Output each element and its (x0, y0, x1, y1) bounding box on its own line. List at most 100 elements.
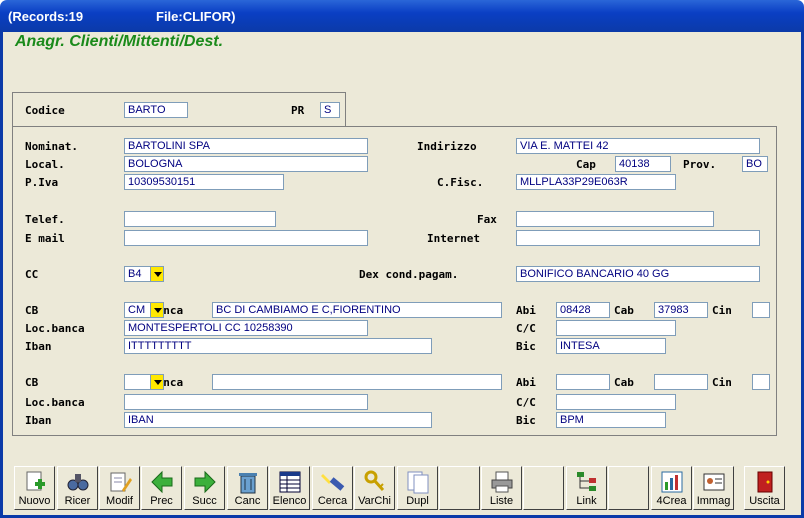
prov-field[interactable]: BO (742, 156, 768, 172)
cab2-label: Cab (614, 376, 634, 389)
local-field[interactable]: BOLOGNA (124, 156, 368, 172)
banca1-field[interactable]: BC DI CAMBIAMO E C,FIORENTINO (212, 302, 502, 318)
email-field[interactable] (124, 230, 368, 246)
exit-door-icon (757, 471, 773, 493)
cc2-field[interactable] (556, 394, 676, 410)
dexcond-label: Dex cond.pagam. (359, 268, 459, 281)
trash-icon (239, 473, 257, 494)
cb2-dropdown-icon[interactable] (150, 374, 164, 390)
locbanca2-field[interactable] (124, 394, 368, 410)
local-label: Local. (25, 158, 65, 171)
arrow-left-icon (151, 470, 173, 494)
cab2-field[interactable] (654, 374, 708, 390)
cfisc-field[interactable]: MLLPLA33P29E063R (516, 174, 676, 190)
canc-button[interactable]: Canc (227, 466, 268, 510)
cb1-dropdown-icon[interactable] (150, 302, 164, 318)
succ-button[interactable]: Succ (184, 466, 225, 510)
fax-field[interactable] (516, 211, 714, 227)
pr-field[interactable]: S (320, 102, 340, 118)
cin2-field[interactable] (752, 374, 770, 390)
prov-label: Prov. (683, 158, 717, 171)
codice-field[interactable]: BARTO (124, 102, 188, 118)
cerca-button[interactable]: Cerca (312, 466, 353, 510)
empty-slot-1 (439, 466, 480, 510)
iban1-label: Iban (25, 340, 52, 353)
crea4-label: 4Crea (656, 495, 687, 507)
new-document-icon (26, 471, 45, 491)
indirizzo-label: Indirizzo (417, 140, 477, 153)
prec-label: Prec (150, 495, 173, 507)
iban1-field[interactable]: ITTTTTTTTT (124, 338, 432, 354)
edit-document-icon (110, 472, 132, 492)
telef-field[interactable] (124, 211, 276, 227)
bic2-label: Bic (516, 414, 536, 427)
prec-button[interactable]: Prec (141, 466, 182, 510)
records-count: (Records:19 (8, 9, 84, 24)
abi1-field[interactable]: 08428 (556, 302, 610, 318)
iban2-label: Iban (25, 414, 52, 427)
canc-label: Canc (234, 495, 261, 507)
varchi-label: VarChi (358, 495, 391, 507)
uscita-button[interactable]: Uscita (744, 466, 785, 510)
modif-label: Modif (106, 495, 133, 507)
printer-icon (491, 471, 513, 493)
dexcond-field[interactable]: BONIFICO BANCARIO 40 GG (516, 266, 760, 282)
bic1-label: Bic (516, 340, 536, 353)
cab1-label: Cab (614, 304, 634, 317)
nominat-label: Nominat. (25, 140, 78, 153)
cin1-field[interactable] (752, 302, 770, 318)
liste-button[interactable]: Liste (481, 466, 522, 510)
pr-label: PR (291, 104, 305, 117)
elenco-label: Elenco (272, 495, 307, 507)
cc1-field[interactable] (556, 320, 676, 336)
form-title: Anagr. Clienti/Mittenti/Dest. (15, 33, 224, 50)
modif-button[interactable]: Modif (99, 466, 140, 510)
duplicate-icon (407, 471, 429, 494)
window-titlebar: (Records:19 File:CLIFOR) (0, 0, 804, 32)
banca2-field[interactable] (212, 374, 502, 390)
cc-label: CC (25, 268, 39, 281)
email-label: E mail (25, 232, 65, 245)
crea4-button[interactable]: 4Crea (651, 466, 692, 510)
arrow-right-icon (194, 470, 216, 494)
telef-label: Telef. (25, 213, 65, 226)
uscita-label: Uscita (749, 495, 780, 507)
varchi-button[interactable]: VarChi (354, 466, 395, 510)
cc2-label: C/C (516, 396, 536, 409)
ricer-button[interactable]: Ricer (57, 466, 98, 510)
piva-field[interactable]: 10309530151 (124, 174, 284, 190)
codice-label: Codice (25, 104, 65, 117)
tree-link-icon (577, 472, 596, 491)
cb1-label: CB (25, 304, 39, 317)
chart-create-icon (661, 471, 683, 493)
keys-icon (364, 470, 385, 492)
bic1-field[interactable]: INTESA (556, 338, 666, 354)
immag-button[interactable]: Immag (693, 466, 734, 510)
nuovo-button[interactable]: Nuovo (14, 466, 55, 510)
locbanca1-field[interactable]: MONTESPERTOLI CC 10258390 (124, 320, 368, 336)
dupl-button[interactable]: Dupl (397, 466, 438, 510)
empty-slot-3 (608, 466, 649, 510)
indirizzo-field[interactable]: VIA E. MATTEI 42 (516, 138, 760, 154)
internet-field[interactable] (516, 230, 760, 246)
elenco-button[interactable]: Elenco (269, 466, 310, 510)
iban2-field[interactable]: IBAN (124, 412, 432, 428)
abi2-field[interactable] (556, 374, 610, 390)
dupl-label: Dupl (406, 495, 429, 507)
empty-slot-2 (523, 466, 564, 510)
internet-label: Internet (427, 232, 480, 245)
link-label: Link (576, 495, 597, 507)
image-card-icon (703, 473, 725, 491)
nominat-field[interactable]: BARTOLINI SPA (124, 138, 368, 154)
cc-dropdown-icon[interactable] (150, 266, 164, 282)
abi1-label: Abi (516, 304, 536, 317)
bic2-field[interactable]: BPM (556, 412, 666, 428)
link-button[interactable]: Link (566, 466, 607, 510)
cab1-field[interactable]: 37983 (654, 302, 708, 318)
abi2-label: Abi (516, 376, 536, 389)
nuovo-label: Nuovo (18, 495, 51, 507)
cap-field[interactable]: 40138 (615, 156, 671, 172)
piva-label: P.Iva (25, 176, 59, 189)
succ-label: Succ (192, 495, 217, 507)
liste-label: Liste (489, 495, 514, 507)
